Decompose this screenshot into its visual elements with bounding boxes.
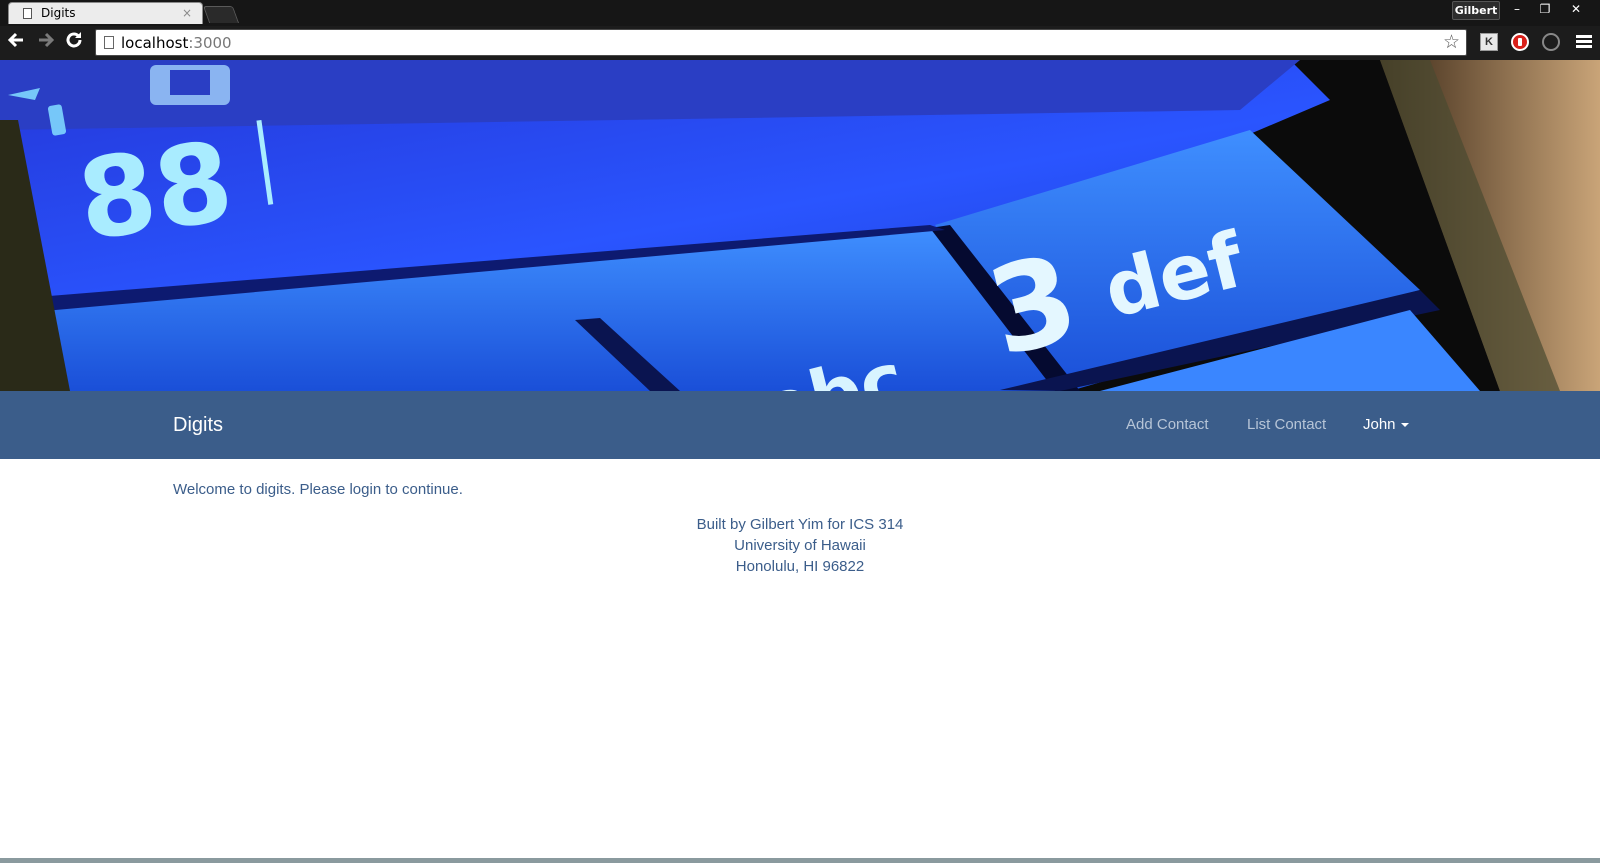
hero-banner-image: 88 2 abc 3 def <box>0 60 1600 391</box>
adblock-icon[interactable] <box>1511 33 1529 51</box>
address-bar[interactable]: localhost:3000 ☆ <box>95 29 1467 56</box>
profile-button[interactable]: Gilbert <box>1452 1 1500 20</box>
footer-credit: Built by Gilbert Yim for ICS 314 <box>696 516 904 533</box>
app-navbar: Digits Add Contact List Contact John <box>0 391 1600 459</box>
tab-title: Digits <box>41 6 76 20</box>
list-contact-link[interactable]: List Contact <box>1247 391 1326 459</box>
footer: Built by Gilbert Yim for ICS 314 Univers… <box>0 514 1600 577</box>
page-icon <box>23 8 32 19</box>
footer-address: Honolulu, HI 96822 <box>735 558 865 575</box>
back-icon[interactable] <box>4 30 28 54</box>
user-dropdown[interactable]: John <box>1363 391 1409 459</box>
new-tab-button[interactable] <box>202 6 240 23</box>
bookmark-star-icon[interactable]: ☆ <box>1443 31 1460 53</box>
user-name: John <box>1363 416 1396 433</box>
forward-icon[interactable] <box>34 30 58 54</box>
browser-menu-icon[interactable] <box>1576 35 1592 49</box>
browser-toolbar: localhost:3000 ☆ K <box>0 26 1600 60</box>
browser-titlebar: Digits × Gilbert – ❐ ✕ <box>0 0 1600 26</box>
sync-extension-icon[interactable] <box>1542 33 1560 51</box>
reload-icon[interactable] <box>62 30 86 54</box>
os-taskbar <box>0 858 1600 863</box>
minimize-icon[interactable]: – <box>1503 0 1531 18</box>
screen-digits: 88 <box>71 117 240 265</box>
tab-close-icon[interactable]: × <box>182 6 192 20</box>
browser-tab[interactable]: Digits × <box>8 2 203 24</box>
url-text: localhost:3000 <box>121 34 232 52</box>
close-window-icon[interactable]: ✕ <box>1559 0 1593 18</box>
brand-link[interactable]: Digits <box>173 391 223 459</box>
welcome-message: Welcome to digits. Please login to conti… <box>173 481 463 498</box>
restore-icon[interactable]: ❐ <box>1531 0 1559 18</box>
footer-university: University of Hawaii <box>734 537 866 554</box>
page-icon <box>104 36 114 49</box>
extension-k-icon[interactable]: K <box>1480 33 1498 51</box>
add-contact-link[interactable]: Add Contact <box>1126 391 1209 459</box>
caret-down-icon <box>1400 423 1409 428</box>
